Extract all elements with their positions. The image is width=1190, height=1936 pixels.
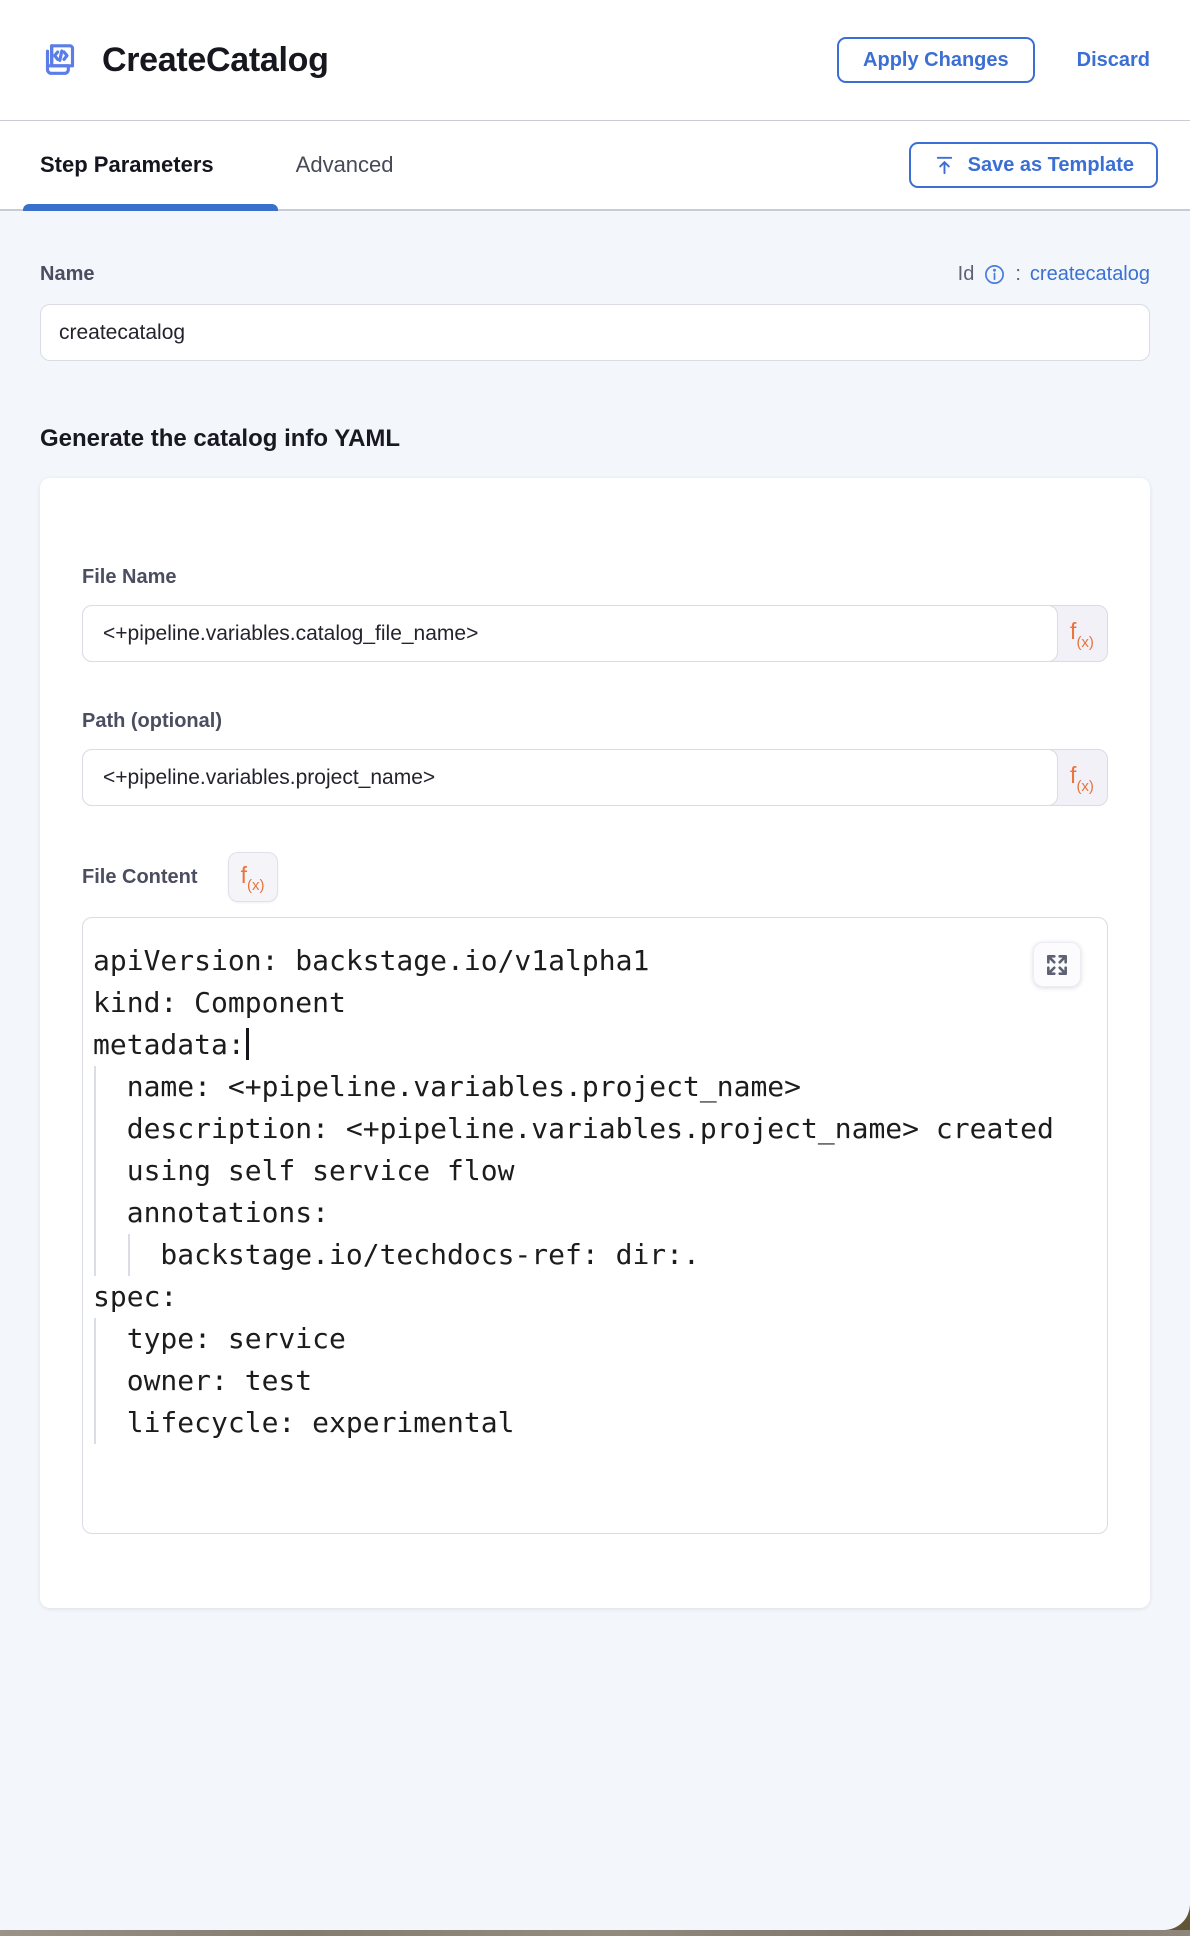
step-fields-card: File Name f(x) Path (optional) f(x) xyxy=(40,478,1150,1608)
id-label: Id xyxy=(958,263,975,286)
apply-changes-button[interactable]: Apply Changes xyxy=(837,37,1035,83)
file-name-label: File Name xyxy=(82,566,1108,589)
tab-step-parameters[interactable]: Step Parameters xyxy=(40,152,214,178)
active-tab-underline xyxy=(23,204,278,211)
file-name-fx-button[interactable]: f(x) xyxy=(1057,606,1107,661)
code-script-icon xyxy=(40,40,80,80)
file-content-label: File Content xyxy=(82,866,198,889)
file-name-input-group: f(x) xyxy=(82,605,1108,662)
indent-guide xyxy=(94,1318,96,1444)
name-label: Name xyxy=(40,263,94,286)
upload-icon xyxy=(933,154,956,177)
page-title: CreateCatalog xyxy=(102,41,329,80)
indent-guide xyxy=(128,1234,130,1276)
path-fx-button[interactable]: f(x) xyxy=(1057,750,1107,805)
file-name-input[interactable] xyxy=(82,605,1058,662)
file-content-fx-button[interactable]: f(x) xyxy=(228,852,278,902)
fx-icon: f(x) xyxy=(1070,618,1094,649)
id-separator: : xyxy=(1015,263,1021,286)
header: CreateCatalog Apply Changes Discard xyxy=(0,0,1190,121)
path-input[interactable] xyxy=(82,749,1058,806)
section-heading: Generate the catalog info YAML xyxy=(40,425,1150,453)
fx-icon: f(x) xyxy=(1070,762,1094,793)
name-row: Name Id : createcatalog xyxy=(40,263,1150,286)
step-parameters-form: Name Id : createcatalog Generate the cat… xyxy=(0,211,1190,1930)
path-field: Path (optional) f(x) xyxy=(82,710,1108,806)
path-label: Path (optional) xyxy=(82,710,1108,733)
indent-guide xyxy=(94,1066,96,1276)
info-icon[interactable] xyxy=(983,263,1006,286)
tab-advanced[interactable]: Advanced xyxy=(296,152,394,178)
code-content: apiVersion: backstage.io/v1alpha1kind: C… xyxy=(93,940,1087,1444)
discard-button[interactable]: Discard xyxy=(1077,49,1150,72)
step-config-panel: CreateCatalog Apply Changes Discard Step… xyxy=(0,0,1190,1936)
id-value-link[interactable]: createcatalog xyxy=(1030,263,1150,286)
text-caret xyxy=(246,1028,249,1060)
file-name-field: File Name f(x) xyxy=(82,566,1108,662)
save-as-template-button[interactable]: Save as Template xyxy=(909,142,1158,188)
expand-editor-button[interactable] xyxy=(1033,942,1081,987)
save-as-template-label: Save as Template xyxy=(968,154,1134,177)
screen-bottom-edge xyxy=(0,1930,1190,1936)
file-content-editor[interactable]: apiVersion: backstage.io/v1alpha1kind: C… xyxy=(82,917,1108,1534)
id-cluster: Id : createcatalog xyxy=(958,263,1150,286)
name-input[interactable] xyxy=(40,304,1150,361)
tab-bar: Step Parameters Advanced Save as Templat… xyxy=(0,121,1190,211)
fx-icon: f(x) xyxy=(241,862,265,893)
path-input-group: f(x) xyxy=(82,749,1108,806)
file-content-label-row: File Content f(x) xyxy=(82,852,1108,902)
